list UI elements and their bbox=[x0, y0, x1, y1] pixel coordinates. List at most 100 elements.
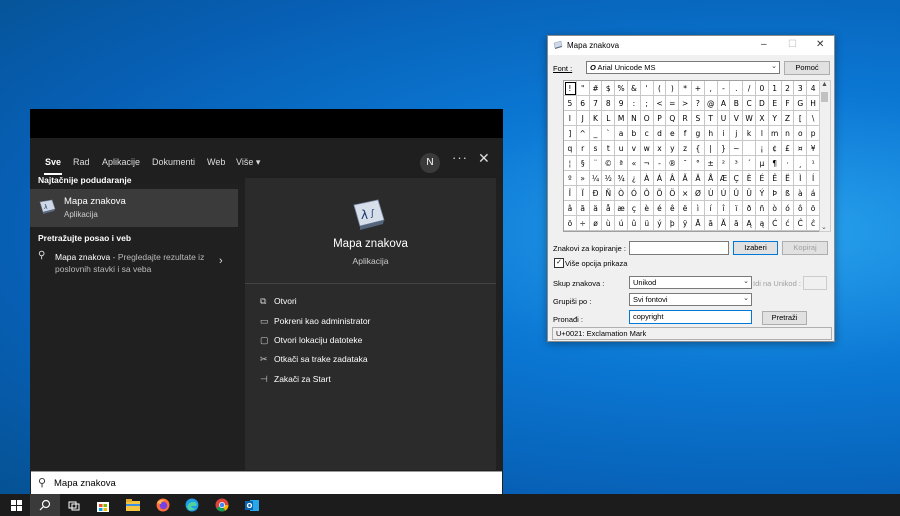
char-cell[interactable]: « bbox=[628, 156, 641, 171]
action-unpin-taskbar[interactable]: ✂ Otkači sa trake zadataka bbox=[260, 354, 368, 368]
char-cell[interactable]: E bbox=[768, 96, 782, 111]
char-cell[interactable]: - bbox=[717, 81, 731, 96]
char-cell[interactable]: © bbox=[602, 156, 616, 171]
char-cell[interactable]: ) bbox=[666, 81, 680, 96]
char-cell[interactable]: W bbox=[743, 111, 756, 126]
char-cell[interactable]: % bbox=[615, 81, 628, 96]
char-cell[interactable]: K bbox=[589, 111, 603, 126]
char-cell[interactable]: í bbox=[704, 201, 718, 216]
char-cell[interactable]: ù bbox=[602, 216, 616, 231]
char-cell[interactable]: ó bbox=[781, 201, 795, 216]
char-cell[interactable]: h bbox=[704, 126, 718, 141]
char-cell[interactable]: Ë bbox=[781, 171, 795, 186]
action-run-as-admin[interactable]: ▭ Pokreni kao administrator bbox=[260, 316, 370, 330]
minimize-icon[interactable]: – bbox=[761, 39, 767, 50]
char-cell[interactable]: Ù bbox=[704, 186, 718, 201]
char-cell[interactable]: È bbox=[743, 171, 756, 186]
charset-select[interactable]: Unikod ⌄ bbox=[629, 276, 752, 289]
char-cell[interactable]: v bbox=[628, 141, 641, 156]
char-cell[interactable]: ÿ bbox=[679, 216, 692, 231]
search-icon[interactable] bbox=[30, 494, 60, 516]
char-cell[interactable]: w bbox=[640, 141, 654, 156]
firefox-icon[interactable] bbox=[148, 494, 178, 516]
char-cell[interactable]: º bbox=[564, 171, 577, 186]
char-cell[interactable]: Ç bbox=[730, 171, 744, 186]
char-cell[interactable]: ¯ bbox=[679, 156, 692, 171]
char-cell[interactable]: » bbox=[576, 171, 590, 186]
char-cell[interactable]: ~ bbox=[730, 141, 744, 156]
char-cell[interactable]: ö bbox=[564, 216, 577, 231]
char-cell[interactable]: $ bbox=[602, 81, 616, 96]
char-cell[interactable]: & bbox=[628, 81, 641, 96]
char-cell[interactable]: § bbox=[576, 156, 590, 171]
char-cell[interactable]: + bbox=[692, 81, 705, 96]
char-cell[interactable]: î bbox=[717, 201, 731, 216]
char-cell[interactable]: Ü bbox=[743, 186, 756, 201]
search-input[interactable]: Mapa znakova bbox=[54, 478, 116, 489]
char-cell[interactable]: é bbox=[653, 201, 667, 216]
task-view-icon[interactable] bbox=[59, 494, 89, 516]
tab-sve[interactable]: Sve bbox=[43, 157, 63, 175]
char-cell[interactable]: ' bbox=[640, 81, 654, 96]
char-cell[interactable]: | bbox=[704, 141, 718, 156]
char-cell[interactable]: . bbox=[730, 81, 744, 96]
char-cell[interactable]: 9 bbox=[615, 96, 628, 111]
char-cell[interactable]: ] bbox=[564, 126, 577, 141]
char-cell[interactable]: s bbox=[589, 141, 603, 156]
char-cell[interactable]: ß bbox=[781, 186, 795, 201]
char-cell[interactable]: ½ bbox=[602, 171, 616, 186]
char-cell[interactable]: Ô bbox=[640, 186, 654, 201]
char-cell[interactable]: 3 bbox=[794, 81, 808, 96]
char-cell[interactable]: ® bbox=[666, 156, 680, 171]
char-cell[interactable]: Ć bbox=[768, 216, 782, 231]
char-cell[interactable]: C bbox=[743, 96, 756, 111]
char-cell[interactable]: Ö bbox=[666, 186, 680, 201]
char-cell[interactable]: Â bbox=[666, 171, 680, 186]
char-cell[interactable]: · bbox=[781, 156, 795, 171]
char-cell[interactable]: Ø bbox=[692, 186, 705, 201]
char-cell[interactable]: ą bbox=[756, 216, 769, 231]
char-cell[interactable]: Z bbox=[781, 111, 795, 126]
char-cell[interactable]: U bbox=[717, 111, 731, 126]
char-cell[interactable]: 2 bbox=[781, 81, 795, 96]
char-cell[interactable]: ¬ bbox=[640, 156, 654, 171]
char-cell[interactable]: I bbox=[564, 111, 577, 126]
char-cell[interactable]: ° bbox=[692, 156, 705, 171]
char-cell[interactable]: è bbox=[640, 201, 654, 216]
char-cell[interactable]: Ý bbox=[756, 186, 769, 201]
avatar[interactable]: N bbox=[420, 153, 440, 173]
char-cell[interactable]: ë bbox=[679, 201, 692, 216]
char-cell[interactable]: ¿ bbox=[628, 171, 641, 186]
edge-icon[interactable] bbox=[177, 494, 207, 516]
char-cell[interactable]: Ê bbox=[768, 171, 782, 186]
tab-rad[interactable]: Rad bbox=[73, 157, 90, 167]
char-cell[interactable]: 5 bbox=[564, 96, 577, 111]
char-cell[interactable]: P bbox=[653, 111, 667, 126]
char-cell[interactable]: < bbox=[653, 96, 667, 111]
char-cell[interactable]: } bbox=[717, 141, 731, 156]
char-cell[interactable]: D bbox=[756, 96, 769, 111]
copy-button[interactable]: Kopiraj bbox=[782, 241, 828, 255]
char-cell[interactable]: z bbox=[679, 141, 692, 156]
char-cell[interactable]: ÷ bbox=[576, 216, 590, 231]
char-cell[interactable]: ^ bbox=[576, 126, 590, 141]
char-cell[interactable]: ³ bbox=[730, 156, 744, 171]
char-cell[interactable]: ï bbox=[730, 201, 744, 216]
chrome-icon[interactable] bbox=[207, 494, 237, 516]
char-cell[interactable]: å bbox=[602, 201, 616, 216]
char-cell[interactable]: - bbox=[653, 156, 667, 171]
char-cell[interactable]: ú bbox=[615, 216, 628, 231]
char-cell[interactable]: ¾ bbox=[615, 171, 628, 186]
char-cell[interactable]: ¸ bbox=[794, 156, 808, 171]
char-cell[interactable]: × bbox=[679, 186, 692, 201]
char-cell[interactable]: f bbox=[679, 126, 692, 141]
char-cell[interactable]: V bbox=[730, 111, 744, 126]
scroll-thumb[interactable] bbox=[821, 92, 828, 102]
tab-aplikacije[interactable]: Aplikacije bbox=[102, 157, 140, 167]
char-cell[interactable]: g bbox=[692, 126, 705, 141]
windows-start-icon[interactable] bbox=[1, 494, 31, 516]
scroll-up-icon[interactable]: ▲ bbox=[821, 81, 828, 88]
char-cell[interactable]: 1 bbox=[768, 81, 782, 96]
char-cell[interactable]: k bbox=[743, 126, 756, 141]
char-cell[interactable]: À bbox=[640, 171, 654, 186]
